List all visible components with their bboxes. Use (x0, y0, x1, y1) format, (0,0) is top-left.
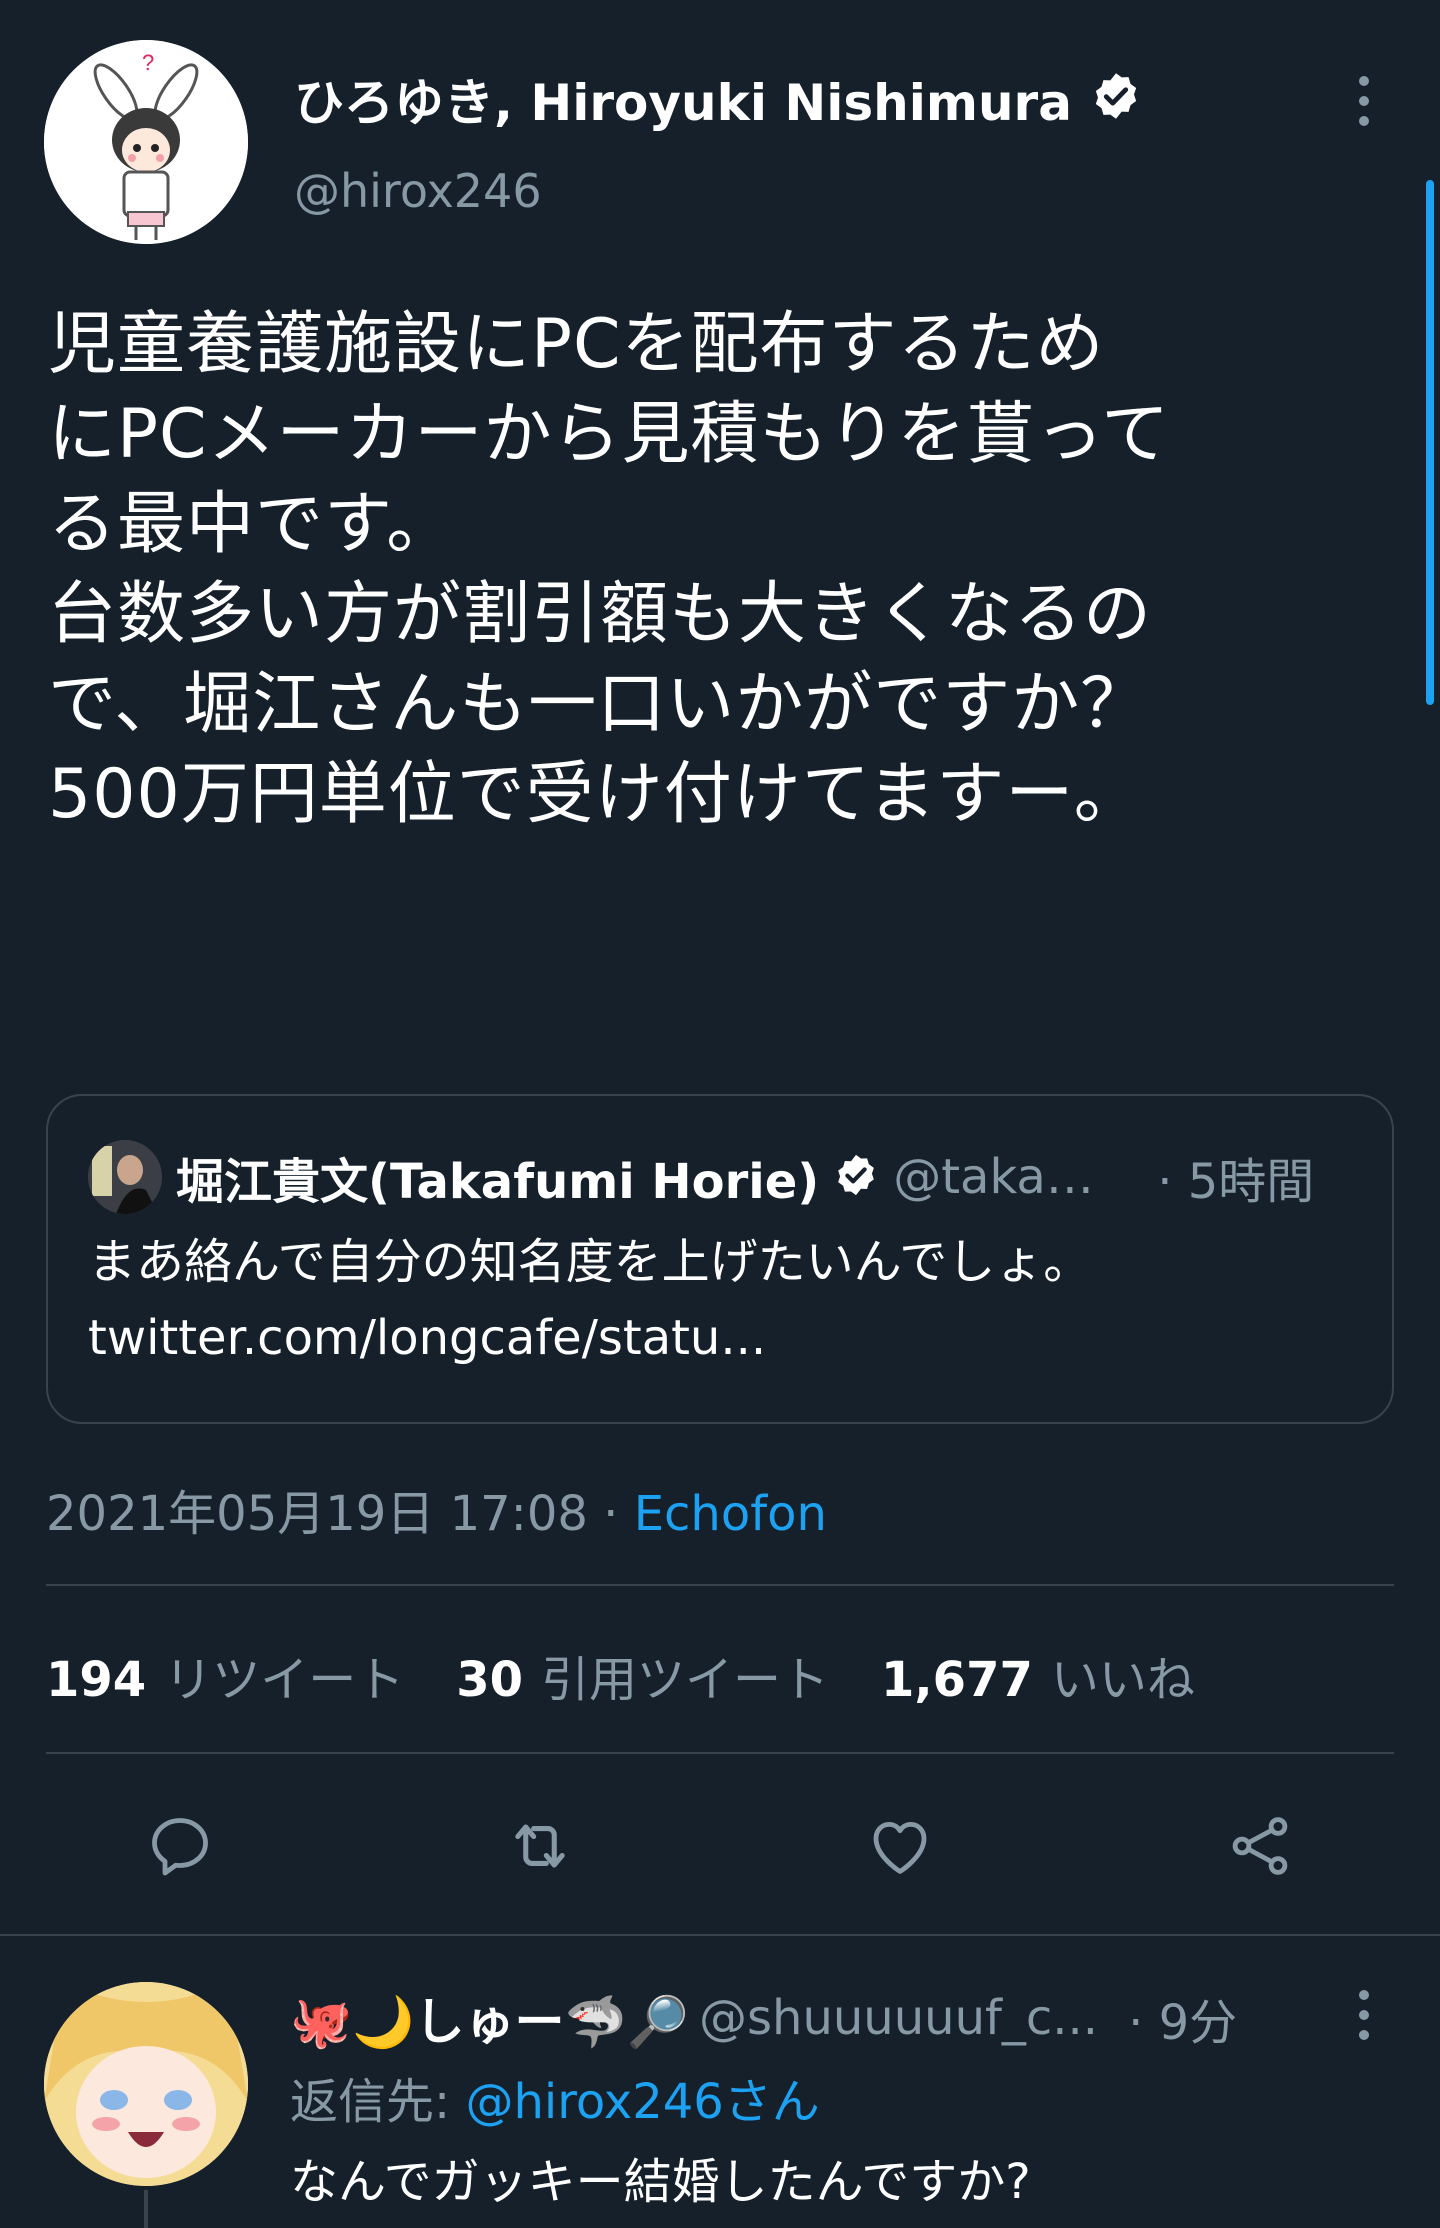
divider (46, 1752, 1394, 1754)
reply-more-options-button[interactable] (1354, 1990, 1374, 2040)
share-icon (1232, 1817, 1288, 1875)
more-dot-icon (1359, 1990, 1369, 2000)
thread-line (144, 2190, 148, 2228)
quoted-author-avatar[interactable] (88, 1140, 162, 1214)
more-dot-icon (1359, 76, 1369, 86)
reply-button[interactable] (140, 1806, 220, 1886)
retweet-icon (515, 1824, 565, 1868)
likes-label: いいね (1050, 1652, 1195, 1708)
avatar-illustration: ? (44, 40, 248, 244)
more-options-button[interactable] (1354, 76, 1374, 126)
divider (46, 1584, 1394, 1586)
tweet-client-link[interactable]: Echofon (634, 1486, 827, 1542)
author-avatar[interactable]: ? (44, 40, 248, 244)
quoted-author-name[interactable]: 堀江貴文(Takafumi Horie) (176, 1142, 819, 1212)
reply-avatar-illustration (44, 1982, 248, 2186)
quotes-count: 30 (456, 1652, 524, 1708)
more-dot-icon (1359, 96, 1369, 106)
reply-icon (152, 1818, 208, 1876)
reply-to-mention[interactable]: @hirox246さん (465, 2074, 819, 2130)
quoted-author-handle[interactable]: @takap... (893, 1149, 1113, 1205)
share-button[interactable] (1220, 1806, 1300, 1886)
heart-icon (873, 1822, 927, 1874)
reply-header: 🐙🌙しゅー🦈🔎 @shuuuuuuf_c... · 9分 (290, 1982, 1237, 2054)
quoted-tweet-header: 堀江貴文(Takafumi Horie) @takap... · 5時間 (88, 1140, 1314, 1214)
tweet-stats: 194 リツイート 30 引用ツイート 1,677 いいね (46, 1640, 1195, 1710)
quoted-tweet-time: · 5時間 (1157, 1154, 1315, 1210)
verified-badge-icon (833, 1152, 879, 1202)
author-handle[interactable]: @hirox246 (294, 163, 542, 219)
reply-to-line: 返信先: @hirox246さん (290, 2062, 820, 2132)
more-dot-icon (1359, 2030, 1369, 2040)
likes-stat[interactable]: 1,677 いいね (881, 1640, 1195, 1710)
author-name[interactable]: ひろゆき, Hiroyuki Nishimura (294, 73, 1072, 133)
quoted-tweet-text: まあ絡んで自分の知名度を上げたいんでしょ。 twitter.com/longca… (88, 1234, 1092, 1366)
retweets-count: 194 (46, 1652, 147, 1708)
reply-author-name[interactable]: 🐙🌙しゅー🦈🔎 (290, 1982, 689, 2054)
reply-author-avatar[interactable] (44, 1982, 248, 2186)
reply-to-label: 返信先: (290, 2074, 451, 2130)
tweet-meta: 2021年05月19日 17:08 · Echofon (46, 1474, 827, 1544)
reply-author-handle[interactable]: @shuuuuuuf_c... (699, 1990, 1098, 2046)
avatar-question-mark: ? (142, 50, 154, 75)
tweet-text: 児童養護施設にPCを配布するため にPCメーカーから見積もりを貰って る最中です… (48, 305, 1171, 834)
retweets-stat[interactable]: 194 リツイート (46, 1640, 404, 1710)
likes-count: 1,677 (881, 1652, 1033, 1708)
divider (0, 1934, 1440, 1936)
retweet-button[interactable] (500, 1806, 580, 1886)
verified-badge-icon (1090, 70, 1142, 135)
scrollbar-thumb[interactable] (1426, 180, 1434, 705)
quotes-label: 引用ツイート (541, 1652, 830, 1708)
retweets-label: リツイート (164, 1652, 405, 1708)
quotes-stat[interactable]: 30 引用ツイート (456, 1640, 829, 1710)
meta-separator: · (603, 1486, 619, 1542)
reply-time: · 9分 (1128, 1995, 1238, 2051)
author-name-row[interactable]: ひろゆき, Hiroyuki Nishimura (294, 70, 1142, 135)
reply-text: なんでガッキー結婚したんですか? (290, 2154, 1031, 2210)
tweet-date: 2021年05月19日 17:08 (46, 1486, 588, 1542)
like-button[interactable] (860, 1806, 940, 1886)
more-dot-icon (1359, 2010, 1369, 2020)
more-dot-icon (1359, 116, 1369, 126)
quoted-tweet-card[interactable]: 堀江貴文(Takafumi Horie) @takap... · 5時間 まあ絡… (46, 1094, 1394, 1424)
